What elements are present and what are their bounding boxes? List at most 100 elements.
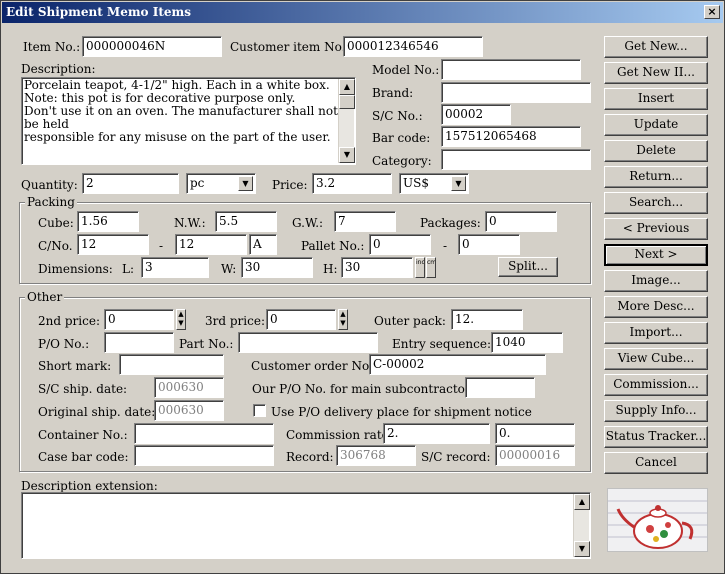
sc-no-field[interactable]: 00002	[441, 104, 511, 125]
scroll-down-icon[interactable]: ▼	[574, 541, 590, 557]
third-price-field[interactable]: 0	[266, 309, 336, 330]
pallet-no-label: Pallet No.:	[301, 239, 365, 253]
pallet-to-field[interactable]: 0	[458, 234, 520, 255]
container-no-field[interactable]	[134, 423, 274, 444]
case-bar-code-field[interactable]	[134, 445, 274, 466]
sc-no-label: S/C No.:	[372, 109, 423, 123]
quantity-field[interactable]: 2	[82, 173, 179, 194]
return-button[interactable]: Return...	[604, 166, 708, 188]
height-label: H:	[323, 262, 338, 276]
price-field[interactable]: 3.2	[312, 173, 392, 194]
packages-label: Packages:	[420, 216, 481, 230]
update-button[interactable]: Update	[604, 114, 708, 136]
search-button[interactable]: Search...	[604, 192, 708, 214]
import-button[interactable]: Import...	[604, 322, 708, 344]
model-no-field[interactable]	[441, 59, 581, 80]
teapot-image	[608, 489, 707, 551]
commission-button[interactable]: Commission...	[604, 374, 708, 396]
close-icon[interactable]: ×	[704, 5, 720, 19]
cube-field[interactable]: 1.56	[77, 211, 139, 232]
height-field[interactable]: 30	[341, 257, 413, 278]
scroll-down-icon[interactable]: ▼	[339, 147, 355, 163]
dimension-unit-inch-toggle[interactable]: inch	[415, 257, 425, 278]
scroll-thumb[interactable]	[339, 95, 355, 109]
split-button[interactable]: Split...	[498, 257, 558, 277]
image-button[interactable]: Image...	[604, 270, 708, 292]
length-field[interactable]: 3	[141, 257, 209, 278]
part-no-field[interactable]	[238, 332, 378, 353]
insert-button[interactable]: Insert	[604, 88, 708, 110]
more-desc-button[interactable]: More Desc...	[604, 296, 708, 318]
record-field: 306768	[336, 445, 416, 466]
previous-button[interactable]: < Previous	[604, 218, 708, 240]
description-line: Don't use it on an oven. The manufacture…	[24, 104, 338, 131]
second-price-field[interactable]: 0	[104, 309, 174, 330]
our-po-field[interactable]	[465, 377, 535, 398]
packages-field[interactable]: 0	[485, 211, 557, 232]
window-title: Edit Shipment Memo Items	[6, 5, 191, 19]
quantity-unit-select[interactable]: pc ▼	[186, 173, 256, 194]
customer-item-no-field[interactable]: 000012346546	[343, 36, 483, 57]
cno-suffix-field[interactable]: A	[249, 234, 277, 255]
currency-value: US$	[403, 176, 429, 190]
scroll-up-icon[interactable]: ▲	[574, 494, 590, 510]
quantity-unit-value: pc	[190, 176, 205, 190]
entry-sequence-field[interactable]: 1040	[491, 332, 563, 353]
commission-rate-field-1[interactable]: 2.	[383, 423, 490, 444]
spin-up-icon[interactable]: ▲	[177, 310, 185, 319]
cno-dash: -	[159, 239, 164, 253]
short-mark-field[interactable]	[119, 354, 224, 375]
title-bar[interactable]: Edit Shipment Memo Items ×	[2, 2, 723, 23]
use-po-delivery-checkbox[interactable]	[253, 404, 266, 417]
width-field[interactable]: 30	[241, 257, 313, 278]
pallet-dash: -	[443, 239, 448, 253]
category-label: Category:	[372, 154, 432, 168]
next-button[interactable]: Next >	[604, 244, 708, 266]
delete-button[interactable]: Delete	[604, 140, 708, 162]
description-textarea[interactable]: Porcelain teapot, 4-1/2" high. Each in a…	[21, 77, 356, 165]
category-field[interactable]	[441, 149, 591, 170]
spin-up-icon[interactable]: ▲	[339, 310, 347, 319]
sc-record-field: 00000016	[495, 445, 575, 466]
chevron-down-icon[interactable]: ▼	[451, 176, 466, 191]
supply-info-button[interactable]: Supply Info...	[604, 400, 708, 422]
description-scrollbar[interactable]: ▲ ▼	[338, 79, 355, 163]
customer-order-no-field[interactable]: C-00002	[369, 354, 546, 375]
spin-down-icon[interactable]: ▼	[339, 319, 347, 328]
cancel-button[interactable]: Cancel	[604, 452, 708, 474]
cno-from-field[interactable]: 12	[77, 234, 149, 255]
description-extension-label: Description extension:	[21, 479, 158, 493]
commission-rate-field-2[interactable]: 0.	[495, 423, 575, 444]
status-tracker-button[interactable]: Status Tracker...	[604, 426, 708, 448]
po-no-field[interactable]	[104, 332, 174, 353]
currency-select[interactable]: US$ ▼	[399, 173, 469, 194]
description-extension-scrollbar[interactable]: ▲ ▼	[573, 494, 590, 557]
gw-field[interactable]: 7	[334, 211, 396, 232]
view-cube-button[interactable]: View Cube...	[604, 348, 708, 370]
spin-down-icon[interactable]: ▼	[177, 319, 185, 328]
description-extension-textarea[interactable]	[21, 492, 591, 559]
price-label: Price:	[272, 178, 308, 192]
entry-sequence-label: Entry sequence:	[392, 337, 492, 351]
second-price-spin[interactable]: ▲ ▼	[176, 309, 186, 330]
po-no-label: P/O No.:	[38, 337, 90, 351]
dimension-unit-cm-toggle[interactable]: cm	[426, 257, 436, 278]
nw-field[interactable]: 5.5	[215, 211, 277, 232]
pallet-from-field[interactable]: 0	[369, 234, 431, 255]
brand-field[interactable]	[441, 82, 591, 103]
sc-ship-date-field: 000630	[154, 377, 224, 398]
cno-to-field[interactable]: 12	[175, 234, 247, 255]
third-price-spin[interactable]: ▲ ▼	[338, 309, 348, 330]
item-no-field[interactable]: 000000046N	[82, 36, 222, 57]
get-new-button[interactable]: Get New...	[604, 36, 708, 58]
scroll-up-icon[interactable]: ▲	[339, 79, 355, 95]
get-new-ii-button[interactable]: Get New II...	[604, 62, 708, 84]
third-price-label: 3rd price:	[205, 314, 265, 328]
packing-group-title: Packing	[25, 195, 77, 209]
chevron-down-icon[interactable]: ▼	[238, 176, 253, 191]
outer-pack-field[interactable]: 12.	[451, 309, 523, 330]
part-no-label: Part No.:	[179, 337, 234, 351]
bar-code-field[interactable]: 157512065468	[441, 126, 581, 147]
bar-code-label: Bar code:	[372, 131, 431, 145]
dimensions-label: Dimensions:	[38, 262, 113, 276]
